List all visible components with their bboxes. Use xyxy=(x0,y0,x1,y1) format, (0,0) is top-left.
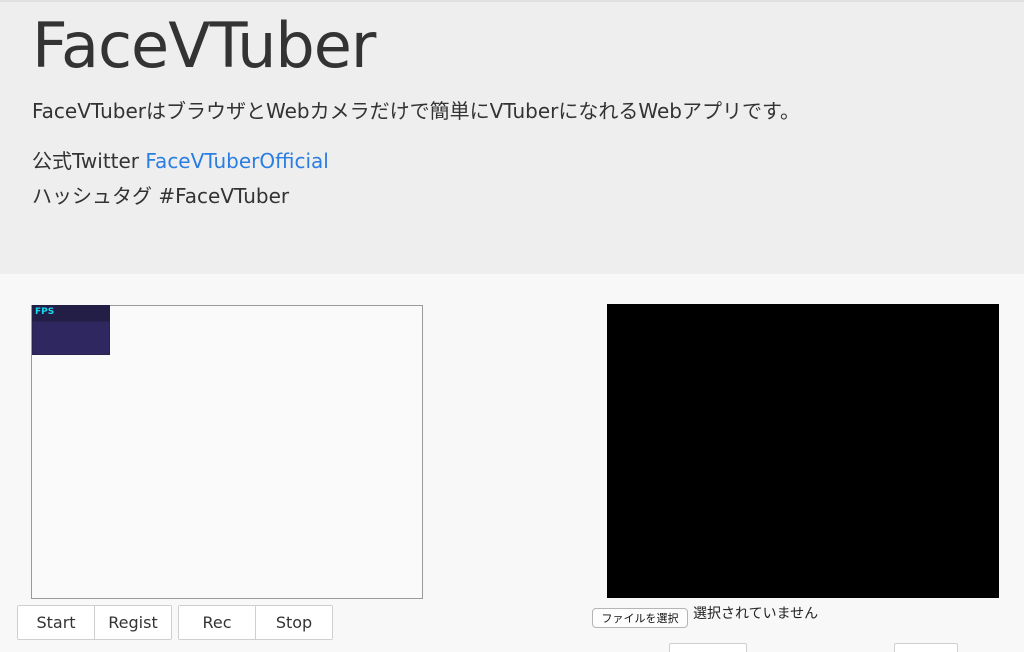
fps-graph xyxy=(33,322,109,354)
start-button[interactable]: Start xyxy=(18,606,94,639)
regist-button[interactable]: Regist xyxy=(94,606,171,639)
record-button-group: Rec Stop xyxy=(178,605,333,640)
twitter-line: 公式Twitter FaceVTuberOfficial xyxy=(32,146,329,176)
fps-stats-panel[interactable]: FPS xyxy=(32,305,110,355)
hero-header: FaceVTuber FaceVTuberはブラウザとWebカメラだけで簡単にV… xyxy=(0,2,1024,274)
choose-file-button[interactable]: ファイルを選択 xyxy=(592,608,688,628)
page-title: FaceVTuber xyxy=(32,9,376,82)
page: FaceVTuber FaceVTuberはブラウザとWebカメラだけで簡単にV… xyxy=(0,0,1024,652)
fps-label: FPS xyxy=(35,307,55,317)
rec-button[interactable]: Rec xyxy=(179,606,255,639)
partial-control-left[interactable] xyxy=(669,643,747,652)
hashtag-line: ハッシュタグ #FaceVTuber xyxy=(32,184,290,208)
tracking-button-group: Start Regist xyxy=(17,605,172,640)
twitter-label: 公式Twitter xyxy=(32,149,146,173)
avatar-video-area[interactable] xyxy=(607,304,999,598)
partial-control-right[interactable] xyxy=(894,643,958,652)
twitter-link[interactable]: FaceVTuberOfficial xyxy=(145,149,328,173)
file-status-text: 選択されていません xyxy=(693,606,819,622)
stop-button[interactable]: Stop xyxy=(255,606,332,639)
app-description: FaceVTuberはブラウザとWebカメラだけで簡単にVTuberになれるWe… xyxy=(32,99,800,123)
